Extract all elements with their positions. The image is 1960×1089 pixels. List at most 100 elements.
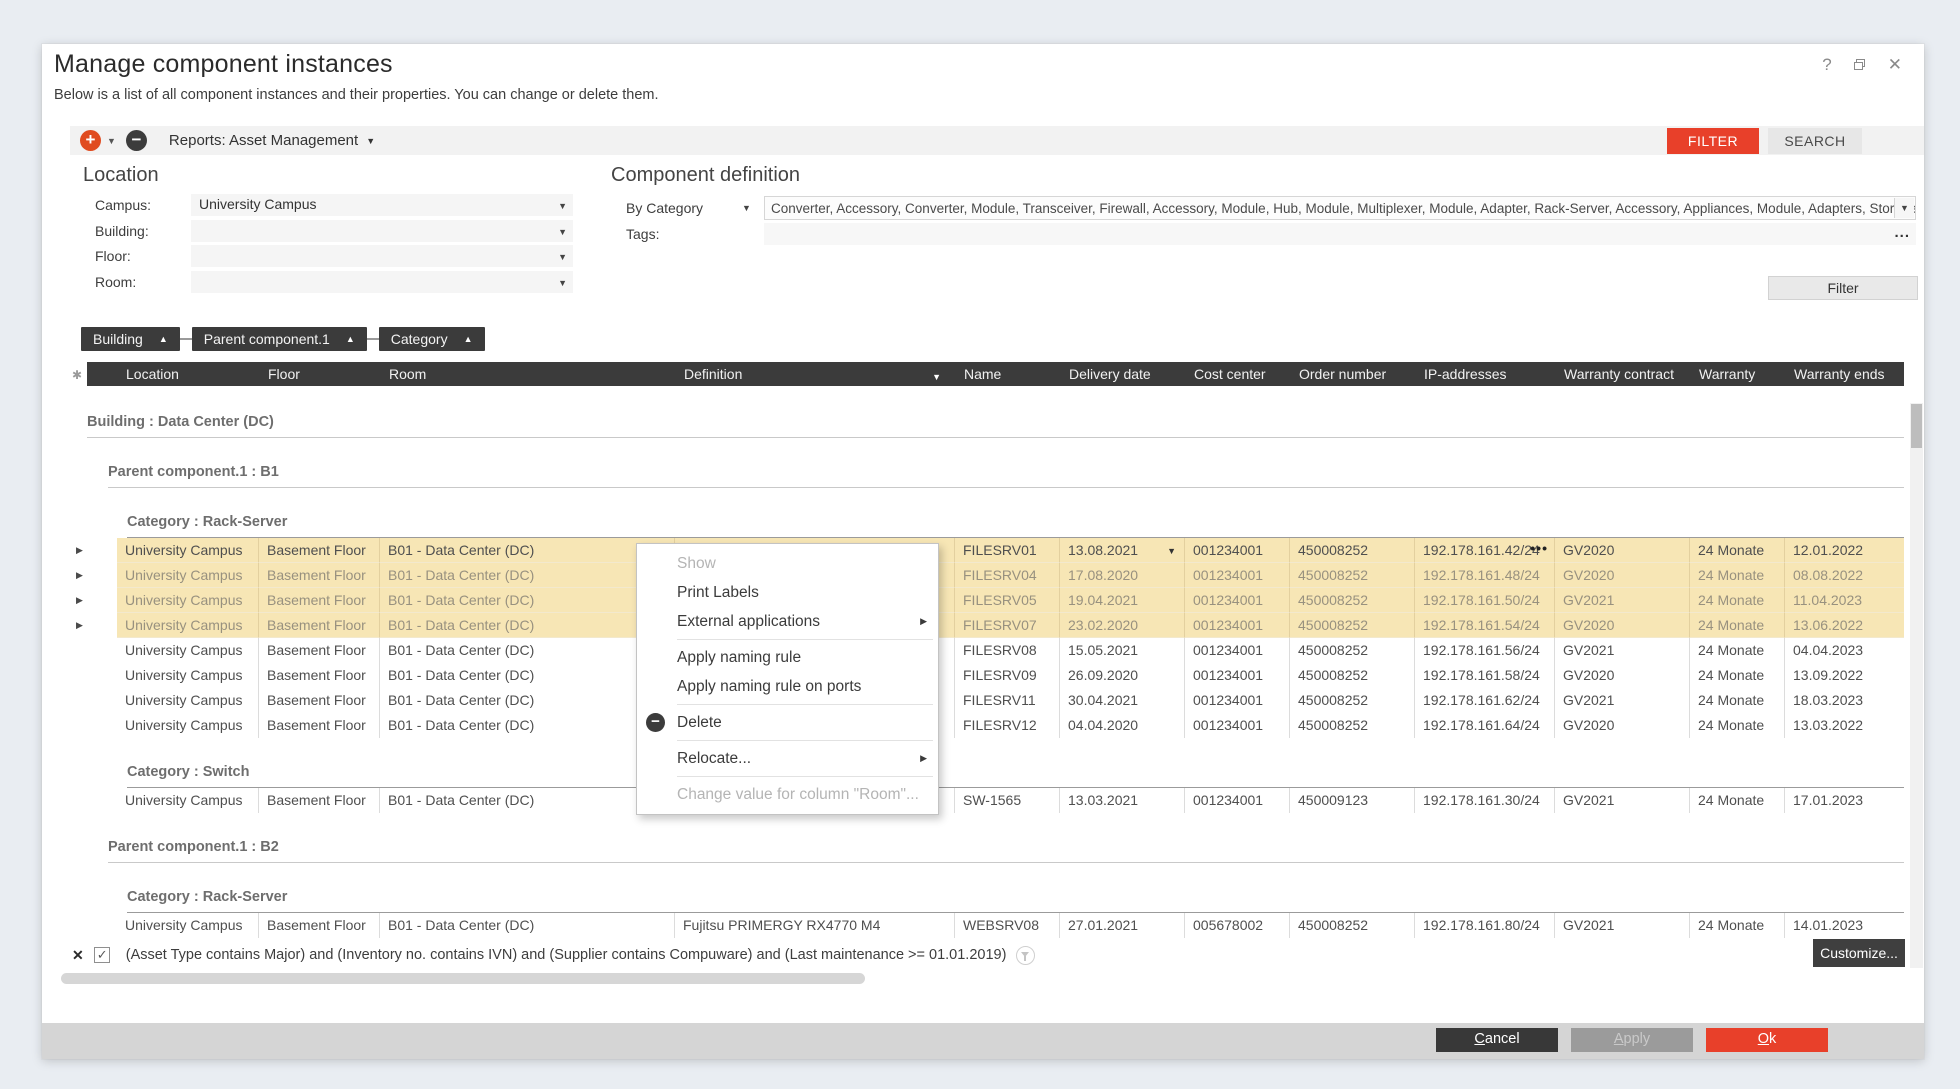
ok-button[interactable]: Ok xyxy=(1706,1028,1828,1052)
column-header-order[interactable]: Order number xyxy=(1290,366,1415,382)
location-room-select[interactable]: ▼ xyxy=(191,271,573,293)
cell-order[interactable]: 450008252 xyxy=(1290,588,1415,613)
cell-wends[interactable]: 11.04.2023 xyxy=(1785,588,1904,613)
apply-button[interactable]: Apply xyxy=(1571,1028,1693,1052)
reports-menu[interactable]: Reports: Asset Management xyxy=(169,132,358,149)
cell-name[interactable]: FILESRV07 xyxy=(955,613,1060,638)
cell-ip[interactable]: 192.178.161.58/24 xyxy=(1415,663,1555,688)
cell-order[interactable]: 450008252 xyxy=(1290,663,1415,688)
cell-ip[interactable]: 192.178.161.56/24 xyxy=(1415,638,1555,663)
cell-wcontract[interactable]: GV2020 xyxy=(1555,538,1690,563)
cell-delivery[interactable]: 13.03.2021 xyxy=(1060,788,1185,813)
cell-wcontract[interactable]: GV2021 xyxy=(1555,588,1690,613)
table-row[interactable]: University CampusBasement FloorB01 - Dat… xyxy=(117,913,1904,938)
cell-ip[interactable]: 192.178.161.80/24 xyxy=(1415,913,1555,938)
menu-item-print-labels[interactable]: Print Labels xyxy=(637,578,938,607)
cell-warranty[interactable]: 24 Monate xyxy=(1690,613,1785,638)
cell-wcontract[interactable]: GV2020 xyxy=(1555,563,1690,588)
cell-definition[interactable]: Fujitsu PRIMERGY RX4770 M4 xyxy=(675,913,955,938)
expand-row-icon[interactable]: ▶ xyxy=(76,620,83,631)
cell-wends[interactable]: 18.03.2023 xyxy=(1785,688,1904,713)
cell-order[interactable]: 450008252 xyxy=(1290,563,1415,588)
cell-name[interactable]: FILESRV04 xyxy=(955,563,1060,588)
cell-ip[interactable]: 192.178.161.64/24 xyxy=(1415,713,1555,738)
column-header-location[interactable]: Location xyxy=(117,366,259,382)
expand-row-icon[interactable]: ▶ xyxy=(76,545,83,556)
cell-cost[interactable]: 001234001 xyxy=(1185,563,1290,588)
customize-button[interactable]: Customize... xyxy=(1813,939,1905,967)
table-row[interactable]: ▶University CampusBasement FloorB01 - Da… xyxy=(117,538,1904,563)
cell-cost[interactable]: 001234001 xyxy=(1185,663,1290,688)
cell-order[interactable]: 450008252 xyxy=(1290,638,1415,663)
group-label-level-3[interactable]: Category : Rack-Server xyxy=(127,889,1904,905)
cell-delivery[interactable]: 26.09.2020 xyxy=(1060,663,1185,688)
by-category-label[interactable]: By Category xyxy=(626,200,703,216)
add-dropdown-caret-icon[interactable]: ▼ xyxy=(107,136,116,146)
delivery-date-dropdown-icon[interactable]: ▼ xyxy=(1167,546,1176,556)
column-header-room[interactable]: Room xyxy=(380,366,675,382)
cell-wcontract[interactable]: GV2021 xyxy=(1555,788,1690,813)
pin-icon[interactable]: ✱ xyxy=(72,368,82,382)
expand-row-icon[interactable]: ▶ xyxy=(76,595,83,606)
cell-location[interactable]: University Campus xyxy=(117,713,259,738)
cell-wcontract[interactable]: GV2021 xyxy=(1555,638,1690,663)
table-row[interactable]: University CampusBasement FloorB01 - Dat… xyxy=(117,688,1904,713)
table-row[interactable]: University CampusBasement FloorB01 - Dat… xyxy=(117,713,1904,738)
location-floor-select[interactable]: ▼ xyxy=(191,245,573,267)
cell-floor[interactable]: Basement Floor xyxy=(259,788,380,813)
cell-delivery[interactable]: 04.04.2020 xyxy=(1060,713,1185,738)
remove-filter-icon[interactable]: ✕ xyxy=(72,947,84,964)
cell-warranty[interactable]: 24 Monate xyxy=(1690,688,1785,713)
cell-ip[interactable]: 192.178.161.54/24 xyxy=(1415,613,1555,638)
column-header-definition[interactable]: Definition▼ xyxy=(675,366,955,382)
cell-cost[interactable]: 001234001 xyxy=(1185,713,1290,738)
cell-wends[interactable]: 14.01.2023 xyxy=(1785,913,1904,938)
cell-order[interactable]: 450008252 xyxy=(1290,688,1415,713)
cell-location[interactable]: University Campus xyxy=(117,788,259,813)
cell-wcontract[interactable]: GV2021 xyxy=(1555,688,1690,713)
cell-wcontract[interactable]: GV2020 xyxy=(1555,613,1690,638)
cell-ip[interactable]: 192.178.161.42/24••• xyxy=(1415,538,1555,563)
table-row[interactable]: ▶University CampusBasement FloorB01 - Da… xyxy=(117,588,1904,613)
column-header-delivery[interactable]: Delivery date xyxy=(1060,366,1185,382)
group-label-level-3[interactable]: Category : Switch xyxy=(127,764,1904,780)
cell-wends[interactable]: 12.01.2022 xyxy=(1785,538,1904,563)
cell-room[interactable]: B01 - Data Center (DC) xyxy=(380,638,675,663)
tags-more-button[interactable]: ... xyxy=(1894,224,1910,241)
table-row[interactable]: University CampusBasement FloorB01 - Dat… xyxy=(117,638,1904,663)
group-label-level-1[interactable]: Building : Data Center (DC) xyxy=(87,414,1904,430)
cell-wends[interactable]: 08.08.2022 xyxy=(1785,563,1904,588)
cell-floor[interactable]: Basement Floor xyxy=(259,713,380,738)
cell-delivery[interactable]: 27.01.2021 xyxy=(1060,913,1185,938)
categories-dropdown-icon[interactable]: ▼ xyxy=(1894,198,1914,218)
vertical-scrollbar[interactable] xyxy=(1910,403,1923,968)
cell-floor[interactable]: Basement Floor xyxy=(259,913,380,938)
filter-tab-button[interactable]: FILTER xyxy=(1667,128,1759,154)
cell-room[interactable]: B01 - Data Center (DC) xyxy=(380,588,675,613)
column-header-floor[interactable]: Floor xyxy=(259,366,380,382)
apply-filter-button[interactable]: Filter xyxy=(1768,276,1918,300)
categories-input[interactable]: Converter, Accessory, Converter, Module,… xyxy=(764,196,1916,220)
filter-enabled-checkbox[interactable] xyxy=(94,947,110,963)
cell-room[interactable]: B01 - Data Center (DC) xyxy=(380,613,675,638)
menu-item-relocate[interactable]: Relocate...▶ xyxy=(637,744,938,773)
definition-sort-icon[interactable]: ▼ xyxy=(932,372,941,382)
cell-delivery[interactable]: 23.02.2020 xyxy=(1060,613,1185,638)
cell-room[interactable]: B01 - Data Center (DC) xyxy=(380,538,675,563)
cell-cost[interactable]: 005678002 xyxy=(1185,913,1290,938)
cell-room[interactable]: B01 - Data Center (DC) xyxy=(380,688,675,713)
grouping-chip-parent-component-1[interactable]: Parent component.1▲ xyxy=(192,327,367,351)
cell-order[interactable]: 450008252 xyxy=(1290,613,1415,638)
cell-floor[interactable]: Basement Floor xyxy=(259,663,380,688)
cell-name[interactable]: SW-1565 xyxy=(955,788,1060,813)
vertical-scrollbar-thumb[interactable] xyxy=(1911,404,1922,448)
cell-warranty[interactable]: 24 Monate xyxy=(1690,713,1785,738)
cell-cost[interactable]: 001234001 xyxy=(1185,588,1290,613)
cell-delivery[interactable]: 13.08.2021▼ xyxy=(1060,538,1185,563)
cell-wcontract[interactable]: GV2020 xyxy=(1555,713,1690,738)
cell-cost[interactable]: 001234001 xyxy=(1185,538,1290,563)
add-icon[interactable]: + xyxy=(80,130,101,151)
dropdown-caret-icon[interactable]: ▼ xyxy=(558,201,567,211)
table-row[interactable]: University CampusBasement FloorB01 - Dat… xyxy=(117,663,1904,688)
sort-asc-icon[interactable]: ▲ xyxy=(346,334,355,344)
